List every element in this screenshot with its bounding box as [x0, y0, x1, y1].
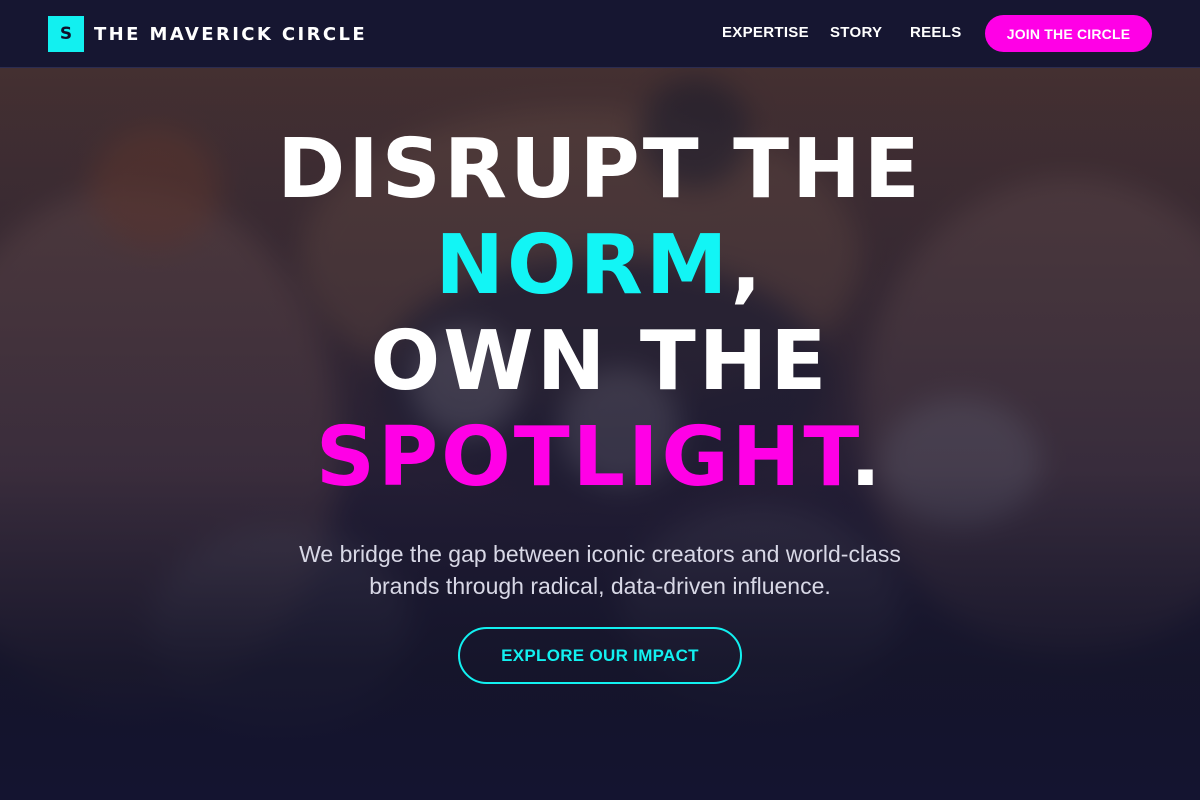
logo-link[interactable]: S THE MAVERICK CIRCLE — [48, 16, 367, 52]
hero-subtitle: We bridge the gap between iconic creator… — [299, 541, 901, 599]
nav-link-story[interactable]: STORY — [830, 24, 882, 41]
headline-period: . — [849, 410, 885, 505]
headline-line-3: OWN THE — [370, 314, 830, 409]
explore-our-impact-button[interactable]: EXPLORE OUR IMPACT — [458, 627, 742, 684]
brand-name: THE MAVERICK CIRCLE — [94, 23, 368, 45]
headline-line-4: SPOTLIGHT. — [0, 410, 1200, 506]
headline-line-1: DISRUPT THE — [277, 122, 923, 217]
nav-link-expertise[interactable]: EXPERTISE — [722, 24, 809, 41]
logo-mark: S — [48, 16, 84, 52]
nav-link-reels[interactable]: REELS — [910, 24, 962, 41]
hero-headline: DISRUPT THE NORM, OWN THE SPOTLIGHT. — [0, 122, 1200, 506]
join-the-circle-button[interactable]: JOIN THE CIRCLE — [985, 15, 1152, 52]
headline-highlight-spotlight: SPOTLIGHT — [315, 410, 850, 505]
headline-comma: , — [730, 218, 765, 313]
headline-line-2: NORM, — [0, 218, 1200, 314]
headline-highlight-norm: NORM — [435, 218, 731, 313]
site-header: S THE MAVERICK CIRCLE EXPERTISE STORY RE… — [0, 0, 1200, 68]
